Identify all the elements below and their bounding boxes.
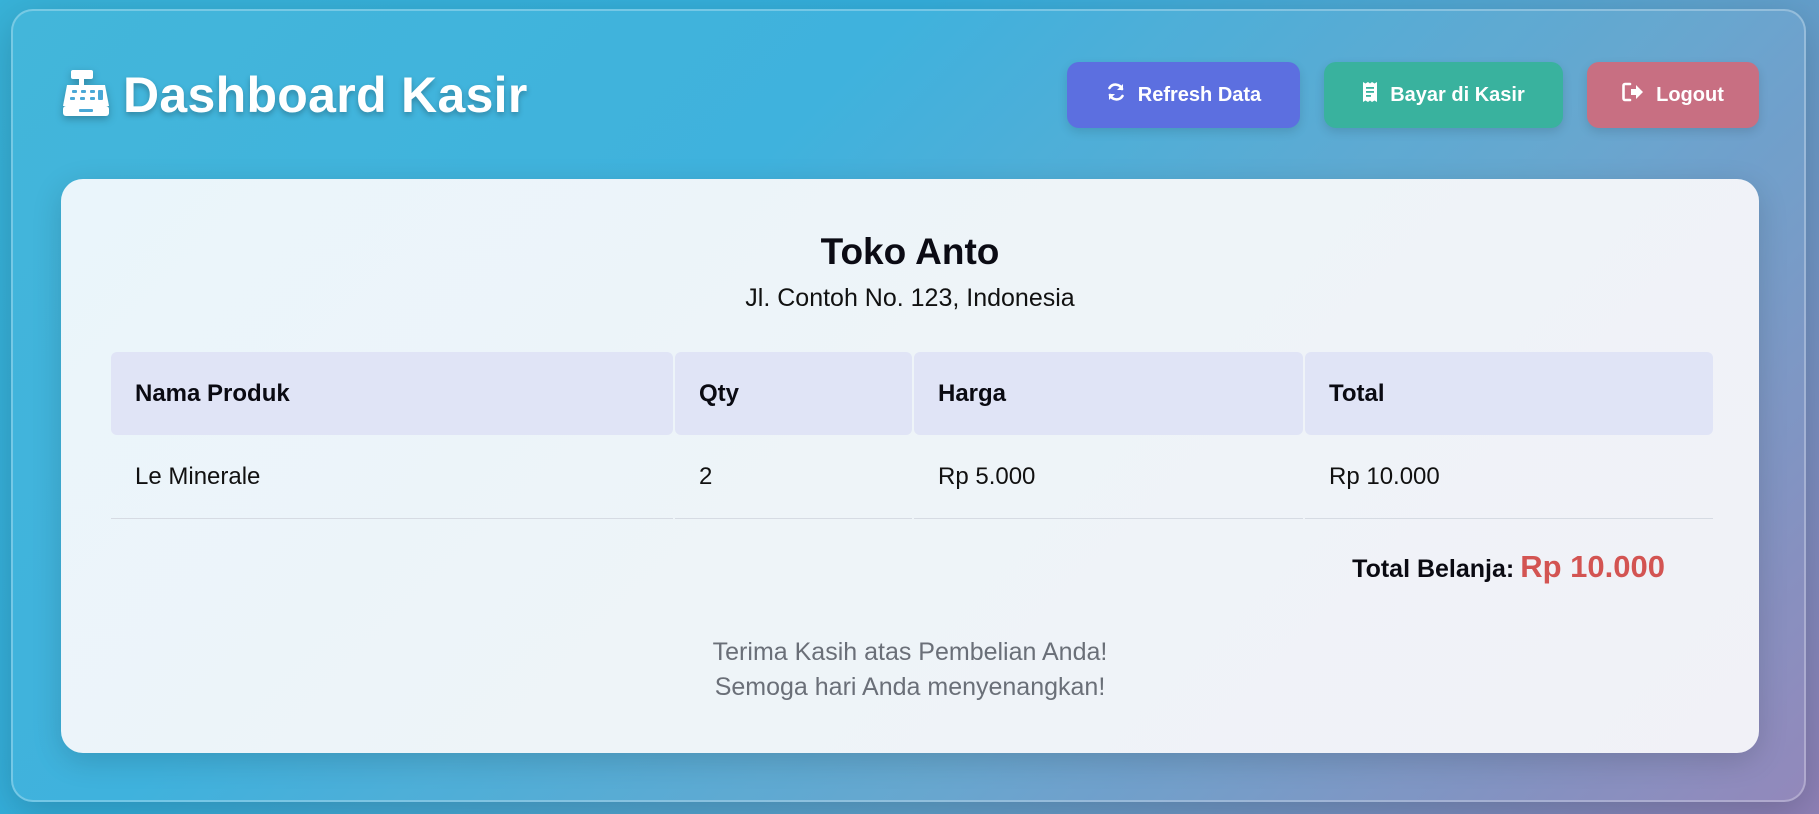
receipt-card: Toko Anto Jl. Contoh No. 123, Indonesia … <box>61 179 1759 753</box>
thank-you-line-2: Semoga hari Anda menyenangkan! <box>714 673 1106 701</box>
refresh-data-label: Refresh Data <box>1137 83 1262 106</box>
table-header-row: Nama Produk Qty Harga Total <box>111 352 1713 435</box>
store-address: Jl. Contoh No. 123, Indonesia <box>745 284 1075 312</box>
grand-total-value: Rp 10.000 <box>1520 549 1665 584</box>
bayar-di-kasir-label: Bayar di Kasir <box>1390 83 1525 106</box>
column-header-price: Harga <box>914 352 1303 435</box>
cell-price: Rp 5.000 <box>914 435 1303 519</box>
cell-qty: 2 <box>675 435 912 519</box>
cell-product: Le Minerale <box>111 435 673 519</box>
title-group: Dashboard Kasir <box>61 66 528 124</box>
column-header-product: Nama Produk <box>111 352 673 435</box>
thank-you-line-1: Terima Kasih atas Pembelian Anda! <box>712 638 1108 666</box>
bayar-di-kasir-button[interactable]: Bayar di Kasir <box>1324 62 1563 128</box>
refresh-icon <box>1106 82 1126 108</box>
grand-total-label: Total Belanja: <box>1352 555 1515 583</box>
logout-label: Logout <box>1656 83 1724 106</box>
receipt-icon <box>1362 81 1378 109</box>
grand-total: Total Belanja: Rp 10.000 <box>1352 549 1665 585</box>
store-name: Toko Anto <box>820 231 1000 272</box>
refresh-data-button[interactable]: Refresh Data <box>1067 62 1300 128</box>
thank-you-message: Terima Kasih atas Pembelian Anda! Semoga… <box>61 635 1759 705</box>
logout-button[interactable]: Logout <box>1587 62 1759 128</box>
column-header-total: Total <box>1305 352 1713 435</box>
cell-total: Rp 10.000 <box>1305 435 1713 519</box>
page-title: Dashboard Kasir <box>123 67 528 123</box>
page-header: Dashboard Kasir Refresh Data Bayar di Ka… <box>61 62 1759 128</box>
sign-out-icon <box>1622 82 1644 108</box>
cash-register-icon <box>61 68 111 123</box>
column-header-qty: Qty <box>675 352 912 435</box>
table-row: Le Minerale 2 Rp 5.000 Rp 10.000 <box>111 435 1713 519</box>
header-actions: Refresh Data Bayar di Kasir Logout <box>1067 62 1759 128</box>
items-table: Nama Produk Qty Harga Total Le Minerale … <box>109 352 1715 519</box>
